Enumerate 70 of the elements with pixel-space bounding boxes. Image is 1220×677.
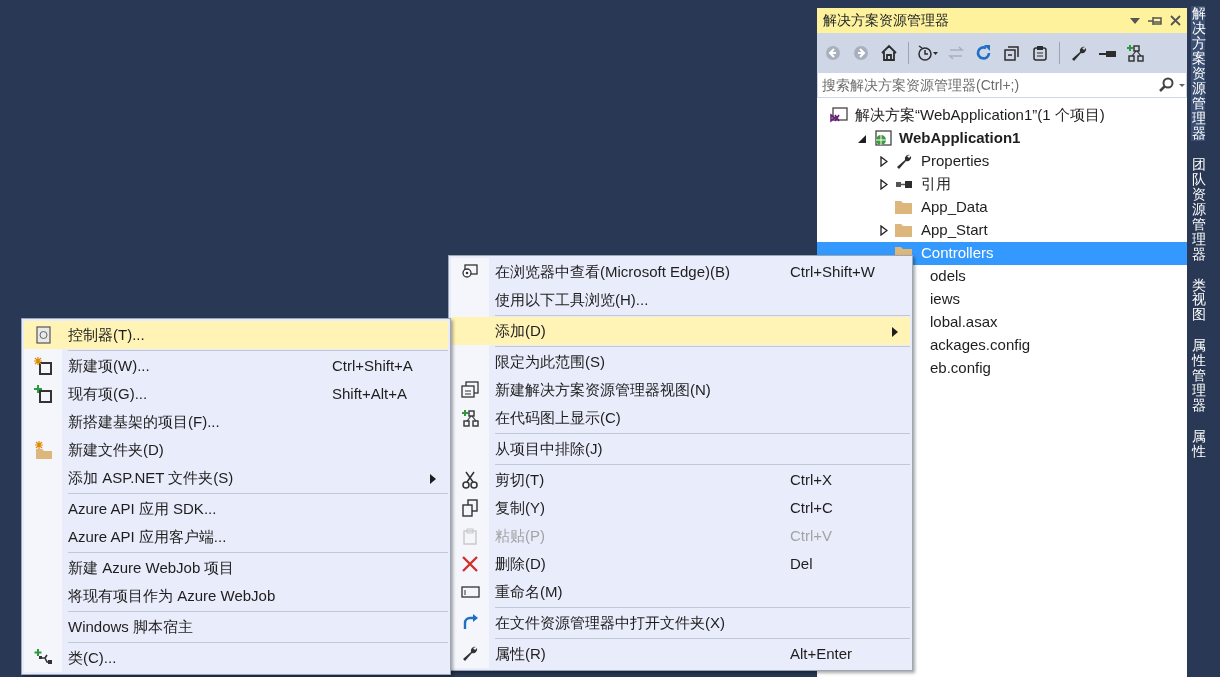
solution-icon (829, 106, 848, 125)
menu-item[interactable]: 添加(D) (451, 317, 910, 345)
delete-icon (460, 555, 480, 573)
menu-item[interactable]: Azure API 应用 SDK... (24, 495, 448, 523)
collapsed-arrow-icon[interactable] (880, 179, 888, 190)
new-folder-icon (33, 441, 53, 459)
side-tab[interactable]: 解决方案资源管理器 (1191, 6, 1205, 141)
scissors-icon (460, 471, 480, 489)
menu-item[interactable]: 在代码图上显示(C) (451, 404, 910, 432)
menu-item[interactable]: Windows 脚本宿主 (24, 613, 448, 641)
menu-item[interactable]: 在文件资源管理器中打开文件夹(X) (451, 609, 910, 637)
new-item-icon (33, 357, 53, 375)
collapsed-arrow-icon[interactable] (880, 225, 888, 236)
panel-title: 解决方案资源管理器 (823, 11, 949, 30)
search-input[interactable]: 搜索解决方案资源管理器(Ctrl+;) (818, 73, 1158, 97)
menu-item[interactable]: 现有项(G)... Shift+Alt+A (24, 380, 448, 408)
browser-window-icon (460, 263, 480, 281)
folder-icon (895, 201, 912, 214)
side-tab[interactable]: 团队资源管理器 (1191, 156, 1205, 262)
controller-file-icon (33, 326, 53, 344)
refresh-icon[interactable] (975, 43, 993, 62)
menu-item[interactable]: 新建解决方案资源管理器视图(N) (451, 376, 910, 404)
menu-item[interactable]: 使用以下工具浏览(H)... (451, 286, 910, 314)
tree-item[interactable]: Properties (817, 150, 1187, 173)
rename-icon (460, 583, 480, 601)
collapse-icon[interactable] (1003, 43, 1021, 62)
menu-item[interactable]: 从项目中排除(J) (451, 435, 910, 463)
collapsed-arrow-icon[interactable] (880, 156, 888, 167)
wrench-icon (895, 152, 914, 171)
menu-item[interactable]: 复制(Y) Ctrl+C (451, 494, 910, 522)
menu-item[interactable]: 新建项(W)... Ctrl+Shift+A (24, 352, 448, 380)
code-map-icon (460, 409, 480, 427)
menu-item[interactable]: 添加 ASP.NET 文件夹(S) (24, 464, 448, 492)
menu-item[interactable]: 将现有项目作为 Azure WebJob (24, 582, 448, 610)
add-item-icon (33, 385, 53, 403)
tree-item[interactable]: 解决方案“WebApplication1”(1 个项目) (817, 104, 1187, 127)
code-map-icon[interactable] (1126, 43, 1144, 62)
menu-item[interactable]: 新建文件夹(D) (24, 436, 448, 464)
menu-item[interactable]: 新搭建基架的项目(F)... (24, 408, 448, 436)
clipboard-icon (460, 527, 480, 545)
menu-item[interactable]: 限定为此范围(S) (451, 348, 910, 376)
copy-pages-icon[interactable] (1031, 43, 1049, 62)
home-icon[interactable] (880, 43, 898, 62)
history-icon[interactable] (917, 43, 939, 62)
copy-icon (460, 499, 480, 517)
side-tab[interactable]: 属性管理器 (1191, 338, 1205, 414)
pin-icon[interactable] (1148, 15, 1162, 26)
menu-item[interactable]: 属性(R) Alt+Enter (451, 640, 910, 668)
side-tab[interactable]: 类视图 (1191, 277, 1205, 323)
web-project-icon (873, 129, 892, 148)
menu-item[interactable]: 剪切(T) Ctrl+X (451, 466, 910, 494)
side-tab[interactable]: 属性 (1191, 429, 1205, 460)
tree-item[interactable]: 引用 (817, 173, 1187, 196)
dropdown-icon[interactable] (1130, 17, 1140, 24)
menu-item[interactable]: 重命名(M) (451, 578, 910, 606)
menu-item[interactable]: 类(C)... (24, 644, 448, 672)
tree-item[interactable]: App_Data (817, 196, 1187, 219)
search-field[interactable]: 搜索解决方案资源管理器(Ctrl+;) (817, 72, 1187, 98)
windows-icon (460, 381, 480, 399)
class-icon (33, 649, 53, 667)
tree-item[interactable]: App_Start (817, 219, 1187, 242)
close-icon[interactable] (1170, 15, 1181, 26)
expanded-arrow-icon[interactable] (857, 133, 867, 144)
menu-item[interactable]: Azure API 应用客户端... (24, 523, 448, 551)
menu-item[interactable]: 控制器(T)... (24, 321, 448, 349)
folder-icon (895, 224, 912, 237)
menu-item[interactable]: 新建 Azure WebJob 项目 (24, 554, 448, 582)
search-icon[interactable] (1158, 77, 1186, 93)
menu-item[interactable]: 删除(D) Del (451, 550, 910, 578)
tree-item[interactable]: WebApplication1 (817, 127, 1187, 150)
